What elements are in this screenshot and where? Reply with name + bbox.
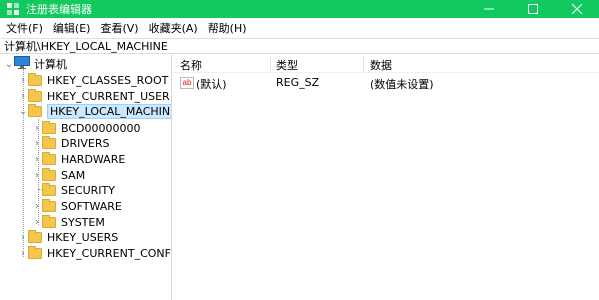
tree-item-label: HKEY_LOCAL_MACHINE xyxy=(47,103,171,119)
tree-item-label: HKEY_USERS xyxy=(47,230,119,244)
chevron-right-icon[interactable]: › xyxy=(18,245,28,261)
chevron-right-icon[interactable]: › xyxy=(32,214,42,230)
tree-item-label: SAM xyxy=(61,168,86,182)
title-bar: 注册表编辑器 xyxy=(0,0,599,18)
tree-item-software[interactable]: › SOFTWARE xyxy=(32,198,122,214)
value-name: (默认) xyxy=(196,78,227,91)
menu-file[interactable]: 文件(F) xyxy=(6,20,43,36)
tree-item-hkey-classes-root[interactable]: › HKEY_CLASSES_ROOT xyxy=(18,72,168,88)
tree-item-label: HARDWARE xyxy=(61,152,126,166)
tree-item-hkey-current-config[interactable]: › HKEY_CURRENT_CONFIG xyxy=(18,245,172,261)
tree-item-system[interactable]: › SYSTEM xyxy=(32,214,105,230)
tree-item-label: HKEY_CURRENT_CONFIG xyxy=(47,246,172,260)
tree-item-security[interactable]: SECURITY xyxy=(32,182,115,198)
chevron-right-icon[interactable]: › xyxy=(18,88,28,104)
tree-item-label: HKEY_CURRENT_USER xyxy=(47,89,170,103)
menu-view[interactable]: 查看(V) xyxy=(100,20,138,36)
tree-item-label: DRIVERS xyxy=(61,136,110,150)
window-title: 注册表编辑器 xyxy=(26,3,92,16)
tree-item-hardware[interactable]: › HARDWARE xyxy=(32,151,125,167)
chevron-right-icon[interactable]: › xyxy=(18,72,28,88)
tree-pane: ⌄ 计算机 › HKEY_CLASSES_ROOT › HKEY_CURRENT… xyxy=(0,55,172,300)
chevron-down-icon[interactable]: ⌄ xyxy=(4,56,14,72)
tree-item-label: HKEY_CLASSES_ROOT xyxy=(47,73,169,87)
folder-icon xyxy=(28,88,42,102)
chevron-right-icon[interactable]: › xyxy=(32,151,42,167)
tree-item-hkey-users[interactable]: › HKEY_USERS xyxy=(18,229,118,245)
menu-help[interactable]: 帮助(H) xyxy=(208,20,247,36)
folder-icon xyxy=(42,120,56,134)
tree-item-label: SYSTEM xyxy=(61,215,105,229)
menu-edit[interactable]: 编辑(E) xyxy=(53,20,91,36)
tree-item-label: SECURITY xyxy=(61,183,115,197)
window-controls xyxy=(467,0,599,18)
chevron-right-icon[interactable]: › xyxy=(32,167,42,183)
tree-item-sam[interactable]: › SAM xyxy=(32,167,85,183)
chevron-right-icon[interactable]: › xyxy=(32,120,42,136)
folder-icon xyxy=(28,103,42,117)
tree-item-bcd00000000[interactable]: › BCD00000000 xyxy=(32,120,141,136)
tree-item-drivers[interactable]: › DRIVERS xyxy=(32,135,109,151)
folder-icon xyxy=(42,214,56,228)
menu-favorites[interactable]: 收藏夹(A) xyxy=(149,20,198,36)
computer-icon xyxy=(14,56,30,72)
ab-icon: ab xyxy=(180,77,194,89)
chevron-right-icon[interactable]: › xyxy=(18,229,28,245)
maximize-icon xyxy=(528,4,538,14)
folder-icon xyxy=(42,167,56,181)
tree-item-label: 计算机 xyxy=(34,58,67,71)
minimize-button[interactable] xyxy=(467,0,511,18)
column-divider[interactable] xyxy=(363,56,364,72)
values-pane: 名称 类型 数据 ab (默认) REG_SZ (数值未设置) xyxy=(173,55,599,300)
folder-icon xyxy=(42,198,56,212)
tree-item-label: SOFTWARE xyxy=(61,199,122,213)
chevron-right-icon[interactable]: › xyxy=(32,135,42,151)
tree-item-computer[interactable]: ⌄ 计算机 xyxy=(4,56,67,72)
address-path: 计算机\HKEY_LOCAL_MACHINE xyxy=(4,40,168,53)
folder-icon xyxy=(28,229,42,243)
column-header-name[interactable]: 名称 xyxy=(180,57,202,73)
folder-icon xyxy=(42,151,56,165)
value-data: (数值未设置) xyxy=(370,78,434,91)
folder-icon xyxy=(42,182,56,196)
close-icon xyxy=(572,4,582,14)
column-header-type[interactable]: 类型 xyxy=(276,57,298,73)
chevron-down-icon[interactable]: ⌄ xyxy=(18,103,28,119)
tree-item-label: BCD00000000 xyxy=(61,121,141,135)
column-header-data[interactable]: 数据 xyxy=(370,57,392,73)
tree-item-hkey-local-machine[interactable]: ⌄ HKEY_LOCAL_MACHINE xyxy=(18,103,171,119)
maximize-button[interactable] xyxy=(511,0,555,18)
chevron-right-icon[interactable]: › xyxy=(32,198,42,214)
column-divider[interactable] xyxy=(270,56,271,72)
column-header-row: 名称 类型 数据 xyxy=(173,55,599,73)
folder-icon xyxy=(42,135,56,149)
registry-icon xyxy=(6,2,20,16)
address-bar[interactable]: 计算机\HKEY_LOCAL_MACHINE xyxy=(0,38,599,54)
value-type: REG_SZ xyxy=(276,76,320,89)
value-row[interactable]: ab (默认) REG_SZ (数值未设置) xyxy=(173,75,599,91)
minimize-icon xyxy=(484,8,494,10)
folder-icon xyxy=(28,72,42,86)
folder-icon xyxy=(28,245,42,259)
menu-bar: 文件(F) 编辑(E) 查看(V) 收藏夹(A) 帮助(H) xyxy=(0,18,599,38)
tree-item-hkey-current-user[interactable]: › HKEY_CURRENT_USER xyxy=(18,88,170,104)
close-button[interactable] xyxy=(555,0,599,18)
